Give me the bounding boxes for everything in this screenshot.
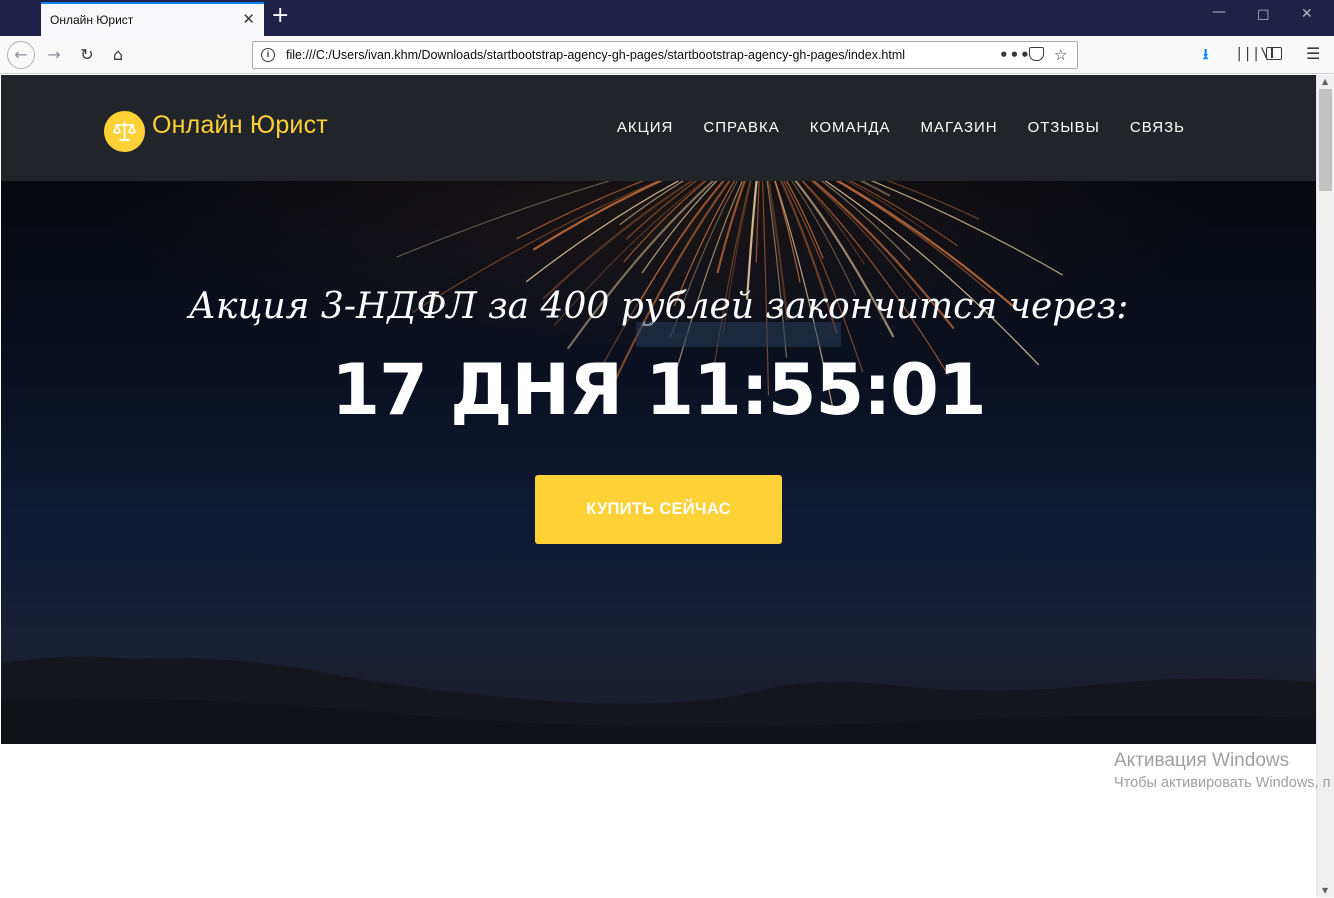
windows-activation-watermark: Активация Windows Чтобы активировать Win… (1114, 750, 1330, 791)
tab-title: Онлайн Юрист (50, 13, 134, 27)
window-close-icon[interactable]: ✕ (1301, 6, 1313, 22)
forward-icon[interactable]: → (41, 42, 67, 68)
scales-of-justice-icon[interactable] (104, 111, 145, 152)
nav-item-svyaz[interactable]: СВЯЗЬ (1115, 119, 1200, 136)
nav-item-magazin[interactable]: МАГАЗИН (905, 119, 1012, 136)
minimize-icon[interactable]: — (1212, 4, 1226, 20)
promo-heading: Акция 3-НДФЛ за 400 рублей закончится че… (188, 286, 1129, 327)
site-navbar: Онлайн Юрист АКЦИЯ СПРАВКА КОМАНДА МАГАЗ… (1, 75, 1316, 181)
scroll-down-icon[interactable]: ▼ (1322, 886, 1328, 895)
sidebar-icon[interactable] (1266, 47, 1282, 60)
nav-item-otzyvy[interactable]: ОТЗЫВЫ (1013, 119, 1115, 136)
brand-link[interactable]: Онлайн Юрист (152, 111, 328, 140)
tooltip-text: Окно (668, 330, 692, 341)
url-bar[interactable]: i file:///C:/Users/ivan.khm/Downloads/st… (252, 41, 1078, 69)
nav-item-akciya[interactable]: АКЦИЯ (602, 119, 688, 136)
home-icon[interactable]: ⌂ (105, 42, 131, 68)
hamburger-menu-icon[interactable]: ☰ (1306, 45, 1320, 63)
hills-silhouette (1, 656, 1316, 744)
reload-icon[interactable]: ↻ (74, 42, 100, 68)
tooltip: Окно (636, 322, 841, 347)
library-icon[interactable]: |||\ (1235, 45, 1269, 63)
info-icon[interactable]: i (261, 48, 275, 62)
scroll-up-icon[interactable]: ▲ (1322, 77, 1328, 86)
pocket-icon[interactable] (1029, 47, 1044, 61)
main-menu: АКЦИЯ СПРАВКА КОМАНДА МАГАЗИН ОТЗЫВЫ СВЯ… (602, 119, 1200, 136)
browser-toolbar: ← → ↻ ⌂ i file:///C:/Users/ivan.khm/Down… (0, 36, 1334, 74)
watermark-subtitle: Чтобы активировать Windows, п (1114, 775, 1331, 791)
bookmark-star-icon[interactable]: ☆ (1054, 46, 1067, 64)
nav-item-komanda[interactable]: КОМАНДА (795, 119, 906, 136)
back-icon[interactable]: ← (7, 41, 35, 69)
scroll-thumb[interactable] (1319, 89, 1332, 191)
url-fade (933, 44, 967, 66)
watermark-title: Активация Windows (1114, 750, 1290, 771)
countdown-timer: 17 ДНЯ 11:55:01 (331, 349, 986, 431)
download-icon[interactable]: ⭳ (1203, 45, 1208, 63)
tab-close-icon[interactable]: ✕ (242, 10, 255, 28)
nav-item-spravka[interactable]: СПРАВКА (688, 119, 794, 136)
buy-now-button[interactable]: КУПИТЬ СЕЙЧАС (535, 475, 782, 544)
new-tab-button[interactable]: + (271, 4, 289, 28)
browser-tab[interactable]: Онлайн Юрист ✕ (41, 2, 264, 36)
hero-section: Акция 3-НДФЛ за 400 рублей закончится че… (1, 181, 1316, 744)
maximize-icon[interactable]: ☐ (1257, 8, 1270, 24)
url-text[interactable]: file:///C:/Users/ivan.khm/Downloads/star… (286, 48, 966, 62)
page-actions-icon[interactable]: ••• (999, 46, 1031, 64)
browser-titlebar: Онлайн Юрист ✕ + — ☐ ✕ (0, 0, 1334, 36)
